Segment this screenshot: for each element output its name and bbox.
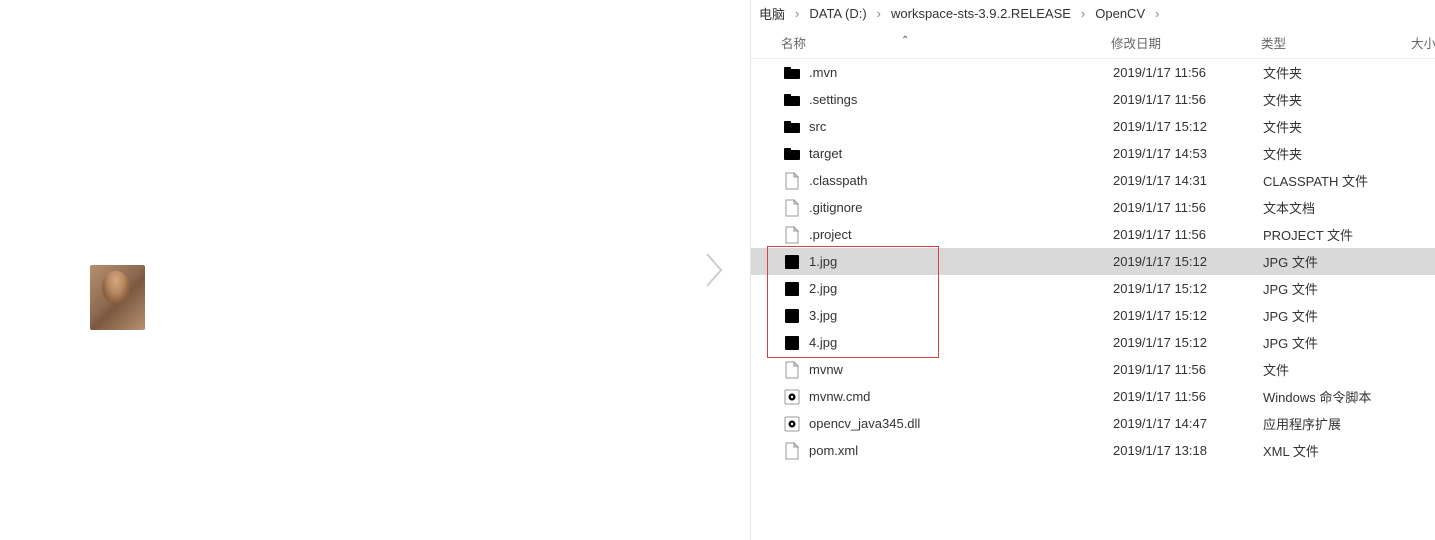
file-name: 4.jpg (809, 335, 837, 350)
file-row[interactable]: pom.xml 2019/1/17 13:18XML 文件 (751, 437, 1435, 464)
column-header-name[interactable]: 名称 ⌃ (751, 33, 1111, 52)
column-headers: 名称 ⌃ 修改日期 类型 大小 (751, 26, 1435, 59)
file-icon (783, 361, 801, 379)
file-date: 2019/1/17 14:53 (1113, 146, 1263, 161)
folder-icon (783, 91, 801, 109)
file-date: 2019/1/17 11:56 (1113, 362, 1263, 377)
file-type: 文件夹 (1263, 144, 1413, 163)
folder-icon (783, 64, 801, 82)
file-row[interactable]: .classpath 2019/1/17 14:31CLASSPATH 文件 (751, 167, 1435, 194)
file-name: .classpath (809, 173, 868, 188)
breadcrumb-item[interactable]: OpenCV (1091, 4, 1149, 23)
file-type: JPG 文件 (1263, 333, 1413, 352)
file-row[interactable]: .project 2019/1/17 11:56PROJECT 文件 (751, 221, 1435, 248)
file-row[interactable]: .settings 2019/1/17 11:56文件夹 (751, 86, 1435, 113)
column-header-date[interactable]: 修改日期 (1111, 33, 1261, 52)
file-date: 2019/1/17 11:56 (1113, 65, 1263, 80)
file-date: 2019/1/17 14:31 (1113, 173, 1263, 188)
file-type: 文件 (1263, 360, 1413, 379)
file-date: 2019/1/17 14:47 (1113, 416, 1263, 431)
file-type: 文件夹 (1263, 63, 1413, 82)
file-type: 文本文档 (1263, 198, 1413, 217)
file-type: JPG 文件 (1263, 306, 1413, 325)
file-row[interactable]: 4.jpg 2019/1/17 15:12JPG 文件 (751, 329, 1435, 356)
file-date: 2019/1/17 15:12 (1113, 254, 1263, 269)
file-date: 2019/1/17 13:18 (1113, 443, 1263, 458)
file-row[interactable]: 2.jpg 2019/1/17 15:12JPG 文件 (751, 275, 1435, 302)
file-type: 应用程序扩展 (1263, 414, 1413, 433)
file-type: PROJECT 文件 (1263, 225, 1413, 244)
chevron-right-icon: › (1151, 6, 1163, 21)
breadcrumb-item[interactable]: workspace-sts-3.9.2.RELEASE (887, 4, 1075, 23)
folder-icon (783, 145, 801, 163)
image-file-icon (783, 253, 801, 271)
file-row[interactable]: 1.jpg 2019/1/17 15:12JPG 文件 (751, 248, 1435, 275)
file-name: mvnw (809, 362, 843, 377)
image-file-icon (783, 280, 801, 298)
breadcrumb-item[interactable]: DATA (D:) (805, 4, 870, 23)
file-row[interactable]: mvnw.cmd 2019/1/17 11:56Windows 命令脚本 (751, 383, 1435, 410)
file-name: .gitignore (809, 200, 862, 215)
file-row[interactable]: src 2019/1/17 15:12文件夹 (751, 113, 1435, 140)
file-date: 2019/1/17 15:12 (1113, 335, 1263, 350)
file-row[interactable]: .gitignore 2019/1/17 11:56文本文档 (751, 194, 1435, 221)
file-type: JPG 文件 (1263, 279, 1413, 298)
file-name: pom.xml (809, 443, 858, 458)
file-name: .settings (809, 92, 857, 107)
file-name: opencv_java345.dll (809, 416, 920, 431)
file-name: 2.jpg (809, 281, 837, 296)
file-type: CLASSPATH 文件 (1263, 171, 1413, 190)
file-date: 2019/1/17 11:56 (1113, 200, 1263, 215)
file-name: src (809, 119, 826, 134)
file-icon (783, 226, 801, 244)
file-row[interactable]: .mvn 2019/1/17 11:56文件夹 (751, 59, 1435, 86)
file-date: 2019/1/17 11:56 (1113, 92, 1263, 107)
folder-icon (783, 118, 801, 136)
chevron-right-icon: › (1077, 6, 1089, 21)
file-row[interactable]: target 2019/1/17 14:53文件夹 (751, 140, 1435, 167)
file-type: Windows 命令脚本 (1263, 387, 1413, 406)
file-name: .mvn (809, 65, 837, 80)
breadcrumb-item[interactable]: 电脑 (755, 2, 789, 25)
file-name: target (809, 146, 842, 161)
chevron-right-icon: › (873, 6, 885, 21)
file-row[interactable]: mvnw 2019/1/17 11:56文件 (751, 356, 1435, 383)
file-explorer: 电脑 › DATA (D:) › workspace-sts-3.9.2.REL… (751, 0, 1435, 540)
file-date: 2019/1/17 15:12 (1113, 119, 1263, 134)
column-header-size[interactable]: 大小 (1411, 33, 1435, 52)
column-header-label: 名称 (781, 37, 806, 51)
file-date: 2019/1/17 15:12 (1113, 308, 1263, 323)
preview-image (90, 265, 145, 330)
file-icon (783, 172, 801, 190)
file-date: 2019/1/17 15:12 (1113, 281, 1263, 296)
next-image-button[interactable] (700, 245, 730, 295)
image-file-icon (783, 307, 801, 325)
file-type: XML 文件 (1263, 441, 1413, 460)
file-date: 2019/1/17 11:56 (1113, 227, 1263, 242)
sort-indicator-icon: ⌃ (901, 35, 909, 46)
file-row[interactable]: opencv_java345.dll 2019/1/17 14:47应用程序扩展 (751, 410, 1435, 437)
file-list[interactable]: .mvn2019/1/17 11:56文件夹.settings2019/1/17… (751, 59, 1435, 540)
gear-file-icon (783, 415, 801, 433)
file-icon (783, 199, 801, 217)
preview-panel (0, 0, 751, 540)
image-file-icon (783, 334, 801, 352)
file-name: 3.jpg (809, 308, 837, 323)
chevron-right-icon: › (791, 6, 803, 21)
breadcrumb: 电脑 › DATA (D:) › workspace-sts-3.9.2.REL… (751, 0, 1435, 26)
column-header-type[interactable]: 类型 (1261, 33, 1411, 52)
file-type: JPG 文件 (1263, 252, 1413, 271)
file-type: 文件夹 (1263, 117, 1413, 136)
file-date: 2019/1/17 11:56 (1113, 389, 1263, 404)
file-name: .project (809, 227, 852, 242)
file-name: 1.jpg (809, 254, 837, 269)
chevron-right-icon (703, 250, 727, 290)
gear-file-icon (783, 388, 801, 406)
file-type: 文件夹 (1263, 90, 1413, 109)
file-name: mvnw.cmd (809, 389, 870, 404)
file-icon (783, 442, 801, 460)
file-row[interactable]: 3.jpg 2019/1/17 15:12JPG 文件 (751, 302, 1435, 329)
